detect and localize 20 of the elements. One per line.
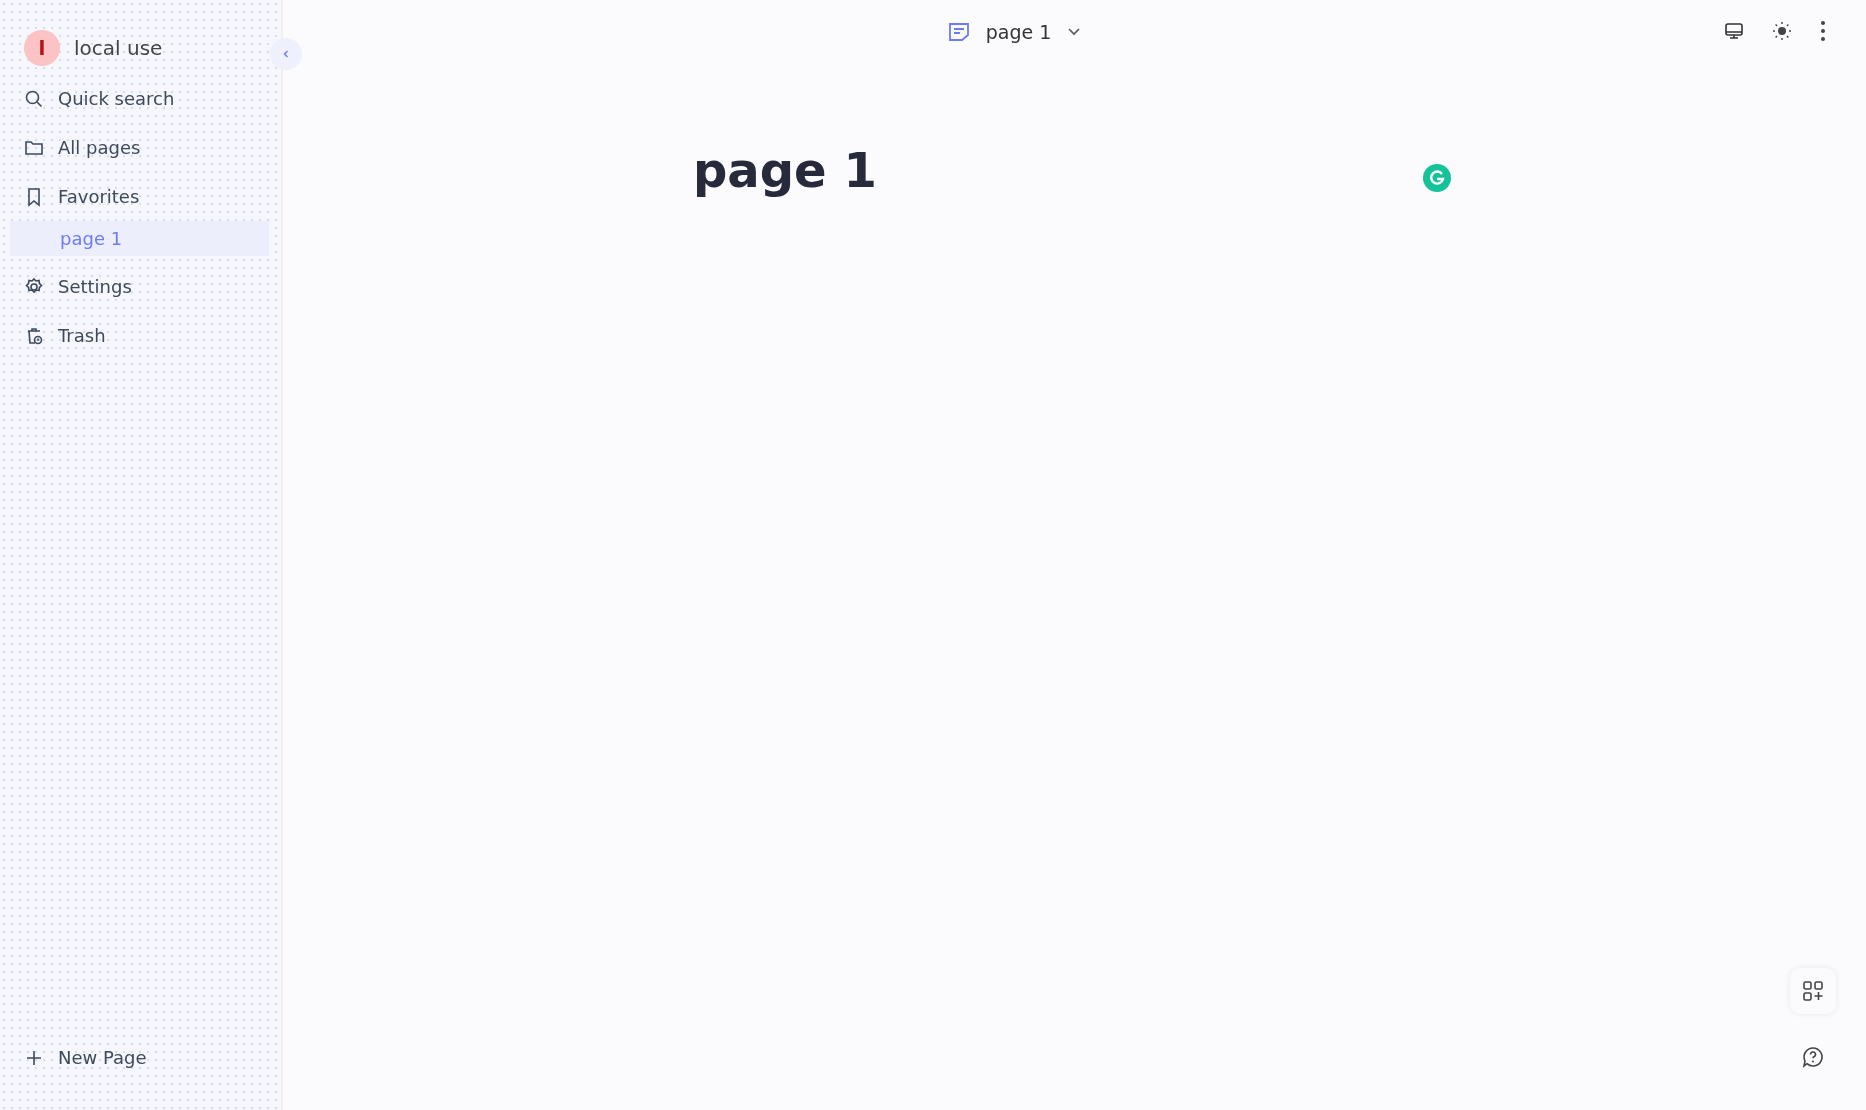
help-icon [1801,1045,1825,1069]
sidebar-item[interactable]: Settings [10,262,269,311]
new-page-button[interactable]: New Page [10,1033,269,1082]
search-icon [24,88,44,109]
sidebar-item[interactable]: Favorites [10,172,269,221]
more-menu-icon[interactable] [1820,20,1826,42]
monitor-icon[interactable] [1724,22,1744,40]
add-widget-button[interactable] [1790,968,1836,1014]
workspace-name[interactable]: local use [74,36,163,60]
sidebar-item[interactable]: Trash [10,311,269,360]
sidebar-item[interactable]: Quick search [10,74,269,123]
chevron-left-icon [281,49,291,59]
sun-icon[interactable] [1772,21,1792,41]
workspace-avatar[interactable]: l [24,30,60,66]
grid-plus-icon [1801,979,1825,1003]
chevron-down-icon[interactable] [1067,27,1082,37]
page-title-dropdown[interactable]: page 1 [985,21,1052,43]
page-title[interactable]: page 1 [693,142,1423,198]
page-icon [947,22,970,42]
sidebar-item[interactable]: All pages [10,123,269,172]
